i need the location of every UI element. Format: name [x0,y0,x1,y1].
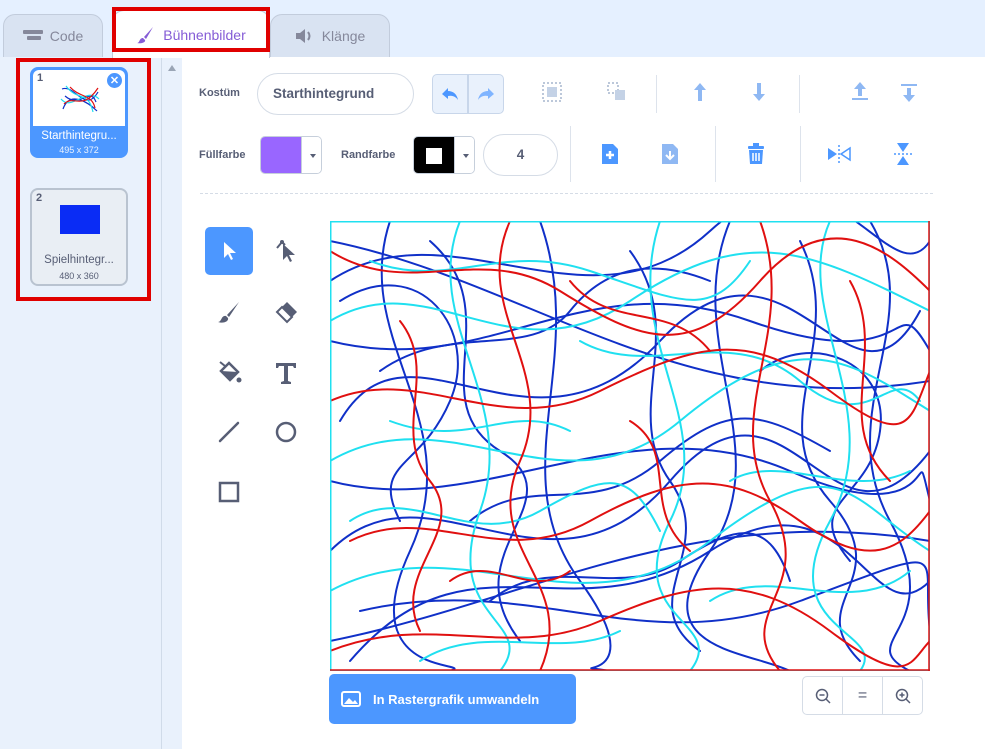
copy-icon [602,144,618,164]
backward-button[interactable] [747,80,771,104]
backdrop-number: 1 [37,72,44,84]
backdrop-list [0,57,162,749]
convert-to-bitmap-button[interactable]: In Rastergrafik umwandeln [329,674,576,724]
divider [570,126,571,182]
circle-tool[interactable] [262,408,310,456]
stroke-width-input[interactable]: 4 [483,134,558,176]
ungroup-button[interactable] [605,80,629,104]
brush-tool[interactable] [205,288,253,336]
code-icon [22,30,43,40]
zoom-in-button[interactable] [883,677,922,714]
back-icon [901,84,917,102]
flip-vertical-button[interactable] [890,141,916,167]
toolbar-divider [200,193,933,194]
line-icon [218,421,240,443]
text-tool[interactable] [262,349,310,397]
close-icon: ✕ [109,75,120,87]
fill-label: Füllfarbe [199,149,246,161]
backdrop-size: 495 x 372 [59,145,99,155]
reshape-tool[interactable] [262,227,310,275]
eraser-icon [275,302,297,324]
paste-button[interactable] [658,141,682,167]
backdrop-tile-1[interactable]: 1 ✕ Starthintegru... 495 x 372 [30,67,128,158]
copy-button[interactable] [598,141,622,167]
zoom-out-icon [815,688,831,704]
tab-code[interactable]: Code [3,14,103,57]
paint-canvas[interactable] [329,193,931,672]
backdrop-thumbnail-2 [60,205,100,234]
zoom-controls: = [802,676,923,715]
text-icon [276,363,296,384]
backdrop-tile-2[interactable]: 2 Spielhintegr... 480 x 360 [30,188,128,286]
backdrop-name: Spielhintegr... [44,254,114,266]
trash-icon [748,143,764,164]
backward-icon [753,83,765,101]
chevron-down-icon [454,137,474,173]
tab-backdrops-label: Bühnenbilder [163,26,246,43]
brush-icon [218,302,239,323]
fill-color-picker[interactable] [260,136,322,174]
outline-label: Randfarbe [341,149,396,161]
outline-color-picker[interactable] [413,136,475,174]
paste-icon [662,144,678,164]
tab-backdrops[interactable]: Bühnenbilder [112,10,270,58]
flip-horizontal-button[interactable] [826,141,852,167]
redo-icon [478,88,494,100]
delete-button[interactable] [744,141,768,167]
eraser-tool[interactable] [262,288,310,336]
group-button[interactable] [540,80,564,104]
outline-color-swatch [414,137,454,173]
forward-icon [694,83,706,101]
forward-button[interactable] [688,80,712,104]
costume-label: Kostüm [199,87,240,99]
redo-button[interactable] [468,74,504,114]
backdrop-size: 480 x 360 [59,271,99,281]
tab-code-label: Code [49,28,84,44]
reshape-icon [276,240,295,262]
select-tool[interactable] [205,227,253,275]
front-button[interactable] [848,80,872,104]
backdrop-drawing [329,193,931,672]
equals-icon: = [857,686,868,704]
convert-to-bitmap-label: In Rastergrafik umwandeln [373,691,540,707]
tab-sounds[interactable]: Klänge [270,14,390,57]
zoom-reset-button[interactable]: = [843,677,883,714]
scroll-up-icon [168,65,176,71]
arrow-cursor-icon [224,242,236,260]
paint-bucket-icon [219,361,242,383]
divider [800,126,801,182]
backdrop-name: Starthintegru... [41,130,117,142]
image-icon [341,691,361,707]
divider [799,75,800,113]
speaker-icon [295,29,311,43]
front-icon [852,82,868,100]
zoom-out-button[interactable] [803,677,843,714]
rectangle-icon [218,481,240,503]
backdrop-thumbnail-scribble [60,84,100,114]
tab-sounds-label: Klänge [321,28,366,44]
flip-horizontal-icon [828,145,851,163]
zoom-in-icon [895,688,911,704]
circle-icon [275,421,297,443]
group-icon [542,82,562,102]
ungroup-icon [607,82,625,100]
flip-vertical-icon [894,143,912,165]
divider [715,126,716,182]
costume-name-input[interactable]: Starthintegrund [257,73,414,115]
delete-backdrop-button[interactable]: ✕ [106,72,123,89]
undo-icon [442,88,458,100]
rectangle-tool[interactable] [205,468,253,516]
fill-tool[interactable] [205,349,253,397]
undo-button[interactable] [432,74,468,114]
brush-icon [137,26,154,43]
scrollbar[interactable] [162,57,182,749]
back-button[interactable] [897,80,921,104]
chevron-down-icon [301,137,321,173]
line-tool[interactable] [205,408,253,456]
divider [656,75,657,113]
fill-color-swatch [261,137,301,173]
backdrop-number: 2 [36,192,43,204]
